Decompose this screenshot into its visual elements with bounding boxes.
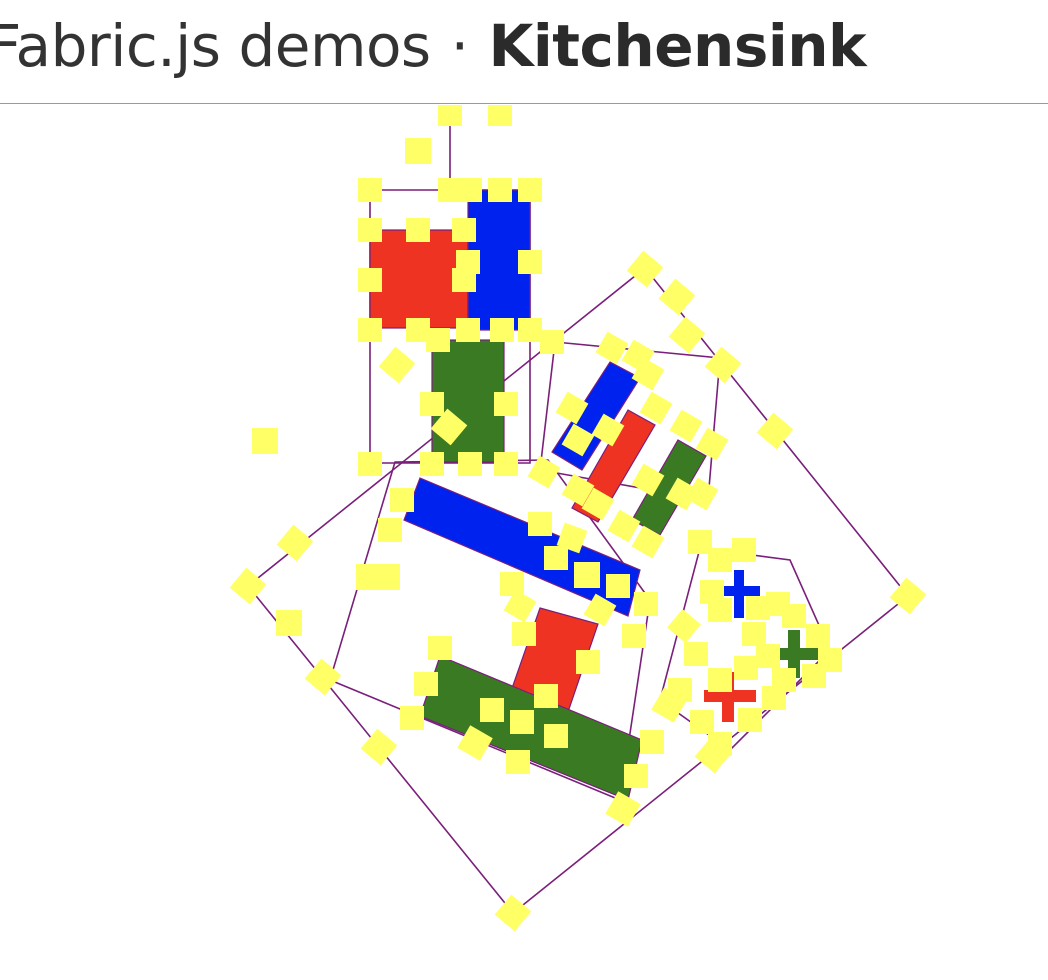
control-handle[interactable]	[400, 706, 424, 730]
control-handle[interactable]	[358, 218, 382, 242]
canvas-svg[interactable]	[0, 105, 1048, 980]
title-separator: ·	[450, 12, 469, 80]
page-header: Fabric.js demos · Kitchensink	[0, 0, 1048, 104]
control-handle[interactable]	[518, 250, 542, 274]
control-handle[interactable]	[494, 392, 518, 416]
group-corner-handle[interactable]	[229, 567, 267, 605]
control-handle[interactable]	[512, 622, 536, 646]
control-handle[interactable]	[742, 622, 766, 646]
control-handle[interactable]	[708, 548, 732, 572]
control-handle[interactable]	[640, 730, 664, 754]
control-handle[interactable]	[458, 178, 482, 202]
control-handle[interactable]	[606, 574, 630, 598]
control-handle[interactable]	[732, 538, 756, 562]
control-handles[interactable]	[229, 105, 927, 932]
control-handle[interactable]	[488, 105, 512, 126]
control-handle[interactable]	[756, 644, 780, 668]
control-handle[interactable]	[420, 452, 444, 476]
control-handle[interactable]	[708, 598, 732, 622]
control-handle[interactable]	[622, 624, 646, 648]
fabric-canvas[interactable]	[0, 105, 1048, 980]
control-handle[interactable]	[734, 656, 758, 680]
control-handle[interactable]	[456, 318, 480, 342]
control-handle[interactable]	[668, 316, 706, 354]
group-corner-handle[interactable]	[494, 894, 532, 932]
control-handle[interactable]	[540, 330, 564, 354]
control-handle[interactable]	[518, 318, 542, 342]
rotate-handle[interactable]	[438, 105, 462, 126]
control-handle[interactable]	[669, 409, 703, 443]
control-handle[interactable]	[360, 728, 398, 766]
group-corner-handle[interactable]	[626, 250, 664, 288]
control-handle[interactable]	[634, 592, 658, 616]
control-handle[interactable]	[544, 546, 568, 570]
control-handle[interactable]	[358, 318, 382, 342]
control-handle[interactable]	[428, 636, 452, 660]
control-handle[interactable]	[708, 668, 732, 692]
control-handle[interactable]	[534, 684, 558, 708]
control-handle[interactable]	[494, 452, 518, 476]
control-handle[interactable]	[374, 564, 400, 590]
control-handle[interactable]	[667, 609, 701, 643]
control-handle[interactable]	[358, 268, 382, 292]
control-handle[interactable]	[358, 452, 382, 476]
control-handle[interactable]	[684, 642, 708, 666]
control-handle[interactable]	[782, 604, 806, 628]
control-handle[interactable]	[405, 138, 431, 164]
control-handle[interactable]	[452, 268, 476, 292]
control-handle[interactable]	[738, 708, 762, 732]
control-handle[interactable]	[406, 218, 430, 242]
control-handle[interactable]	[690, 710, 714, 734]
control-handle[interactable]	[426, 328, 450, 352]
control-handle[interactable]	[624, 764, 648, 788]
control-handle[interactable]	[414, 672, 438, 696]
control-handle[interactable]	[574, 562, 600, 588]
control-handle[interactable]	[806, 624, 830, 648]
control-handle[interactable]	[480, 698, 504, 722]
group-corner-handle[interactable]	[889, 577, 927, 615]
control-handle[interactable]	[458, 452, 482, 476]
control-handle[interactable]	[528, 512, 552, 536]
control-handle[interactable]	[506, 750, 530, 774]
control-handle[interactable]	[576, 650, 600, 674]
control-handle[interactable]	[544, 724, 568, 748]
control-handle[interactable]	[304, 658, 342, 696]
control-handle[interactable]	[378, 346, 416, 384]
control-handle[interactable]	[420, 392, 444, 416]
control-handle[interactable]	[510, 710, 534, 734]
control-handle[interactable]	[358, 178, 382, 202]
demo-name: Kitchensink	[488, 12, 867, 80]
control-handle[interactable]	[488, 178, 512, 202]
control-handle[interactable]	[518, 178, 542, 202]
control-handle[interactable]	[276, 610, 302, 636]
control-handle[interactable]	[390, 488, 414, 512]
control-handle[interactable]	[452, 218, 476, 242]
control-handle[interactable]	[658, 278, 696, 316]
control-handle[interactable]	[704, 346, 742, 384]
control-handle[interactable]	[756, 412, 794, 450]
control-handle[interactable]	[378, 518, 402, 542]
control-handle[interactable]	[276, 524, 314, 562]
title-prefix: Fabric.js demos	[0, 12, 431, 80]
control-handle[interactable]	[490, 318, 514, 342]
control-handle[interactable]	[252, 428, 278, 454]
control-handle[interactable]	[802, 664, 826, 688]
page-title: Fabric.js demos · Kitchensink	[0, 6, 867, 86]
control-handle[interactable]	[762, 686, 786, 710]
